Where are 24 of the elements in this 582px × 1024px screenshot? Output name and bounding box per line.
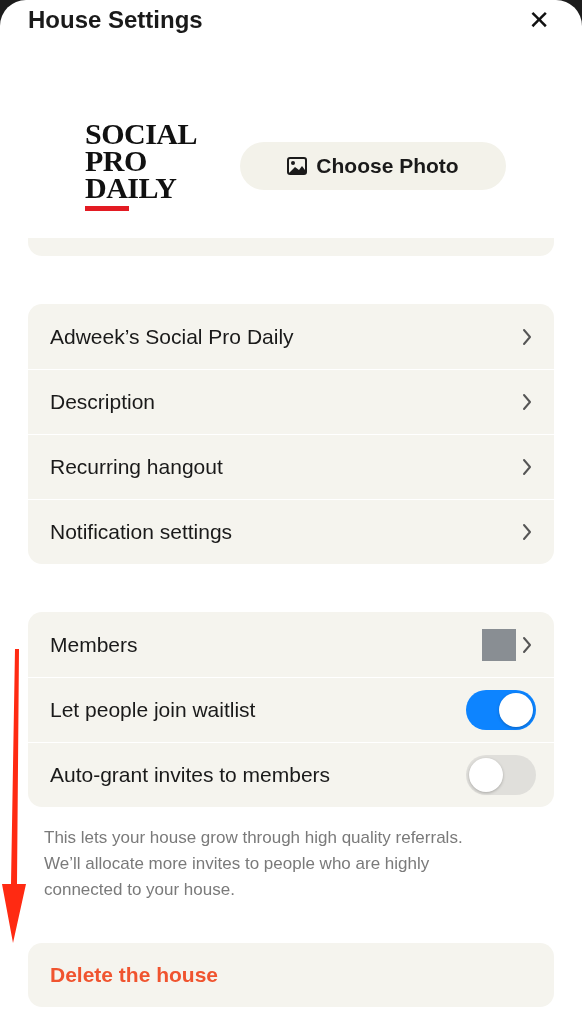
settings-row[interactable]: Description xyxy=(28,369,554,434)
choose-photo-button[interactable]: Choose Photo xyxy=(240,141,506,190)
toggle-switch[interactable] xyxy=(466,690,536,730)
chevron-icon xyxy=(522,327,532,346)
setting-label: Let people join waitlist xyxy=(50,698,256,722)
settings-row[interactable]: Adweek’s Social Pro Daily xyxy=(28,304,554,369)
logo-text: SOCIAL xyxy=(85,120,199,147)
settings-row[interactable]: Recurring hangout xyxy=(28,434,554,499)
logo-text: PRO xyxy=(85,147,148,174)
logo-text: DAILY xyxy=(85,174,178,201)
logo-underline xyxy=(85,206,129,211)
chevron-icon xyxy=(522,635,532,654)
setting-label: Auto-grant invites to members xyxy=(50,763,331,787)
close-button[interactable]: ✕ xyxy=(524,5,554,35)
help-text: This lets your house grow through high quality referrals. We’ll allocate more invites to people who are highly connected to your house. xyxy=(43,827,464,901)
member-avatar xyxy=(482,628,516,661)
chevron-icon xyxy=(522,458,532,476)
chevron-icon xyxy=(522,393,532,411)
chevron-icon xyxy=(522,523,532,541)
toggle-switch[interactable] xyxy=(466,755,536,795)
image-icon xyxy=(287,156,308,175)
settings-row[interactable]: Members xyxy=(28,612,554,677)
screen-title: House Settings xyxy=(28,6,203,34)
settings-row[interactable]: Notification settings xyxy=(28,499,554,564)
